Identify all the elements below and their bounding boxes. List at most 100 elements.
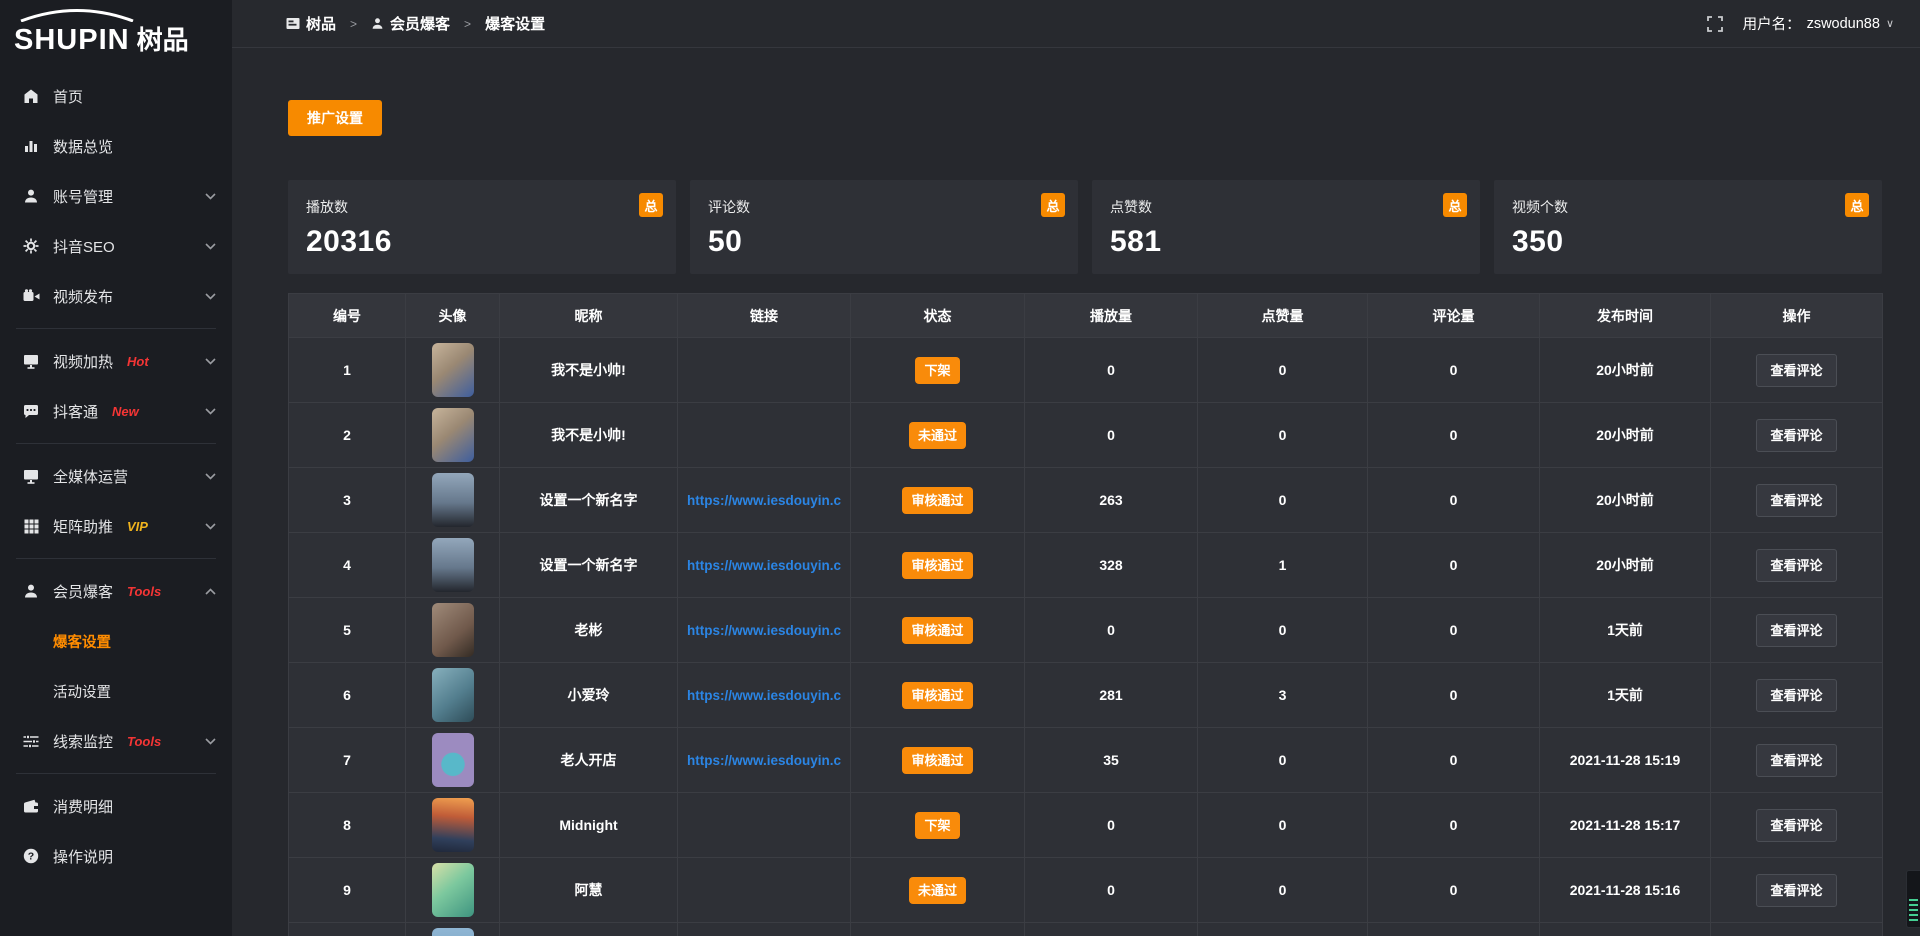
sidebar-item-account-management[interactable]: 账号管理 [0,171,232,221]
breadcrumb-item-baoke-settings[interactable]: 爆客设置 [485,13,545,34]
status-badge[interactable]: 未通过 [909,877,966,904]
home-icon [22,88,40,104]
sidebar-subitem-baoke-settings[interactable]: 爆客设置 [0,616,232,666]
sidebar-item-operation-instructions[interactable]: ? 操作说明 [0,831,232,881]
cell-nickname: 设置一个新名字 [500,533,678,598]
video-link[interactable]: https://www.iesdouyin.c [687,753,841,768]
sidebar-item-consumption-details[interactable]: 消费明细 [0,781,232,831]
avatar [432,603,474,657]
cell-likes: 0 [1198,858,1368,923]
cell-comments: 0 [1368,728,1540,793]
cell-likes: 0 [1198,468,1368,533]
avatar [432,733,474,787]
question-circle-icon: ? [22,848,40,864]
breadcrumb-item-member-baoke[interactable]: 会员爆客 [371,13,450,34]
fullscreen-icon[interactable] [1707,16,1723,32]
user-menu[interactable]: 用户名：zswodun88 ∨ [1743,13,1894,34]
sidebar-item-label: 视频加热 [53,351,113,372]
video-link[interactable]: https://www.iesdouyin.c [687,688,841,703]
stat-label: 点赞数 [1110,197,1462,217]
table-row: 5 老彬 https://www.iesdouyin.c 审核通过 0 0 0 … [289,598,1883,663]
col-header-id: 编号 [289,294,406,338]
status-badge[interactable]: 审核通过 [902,747,972,774]
sidebar-item-video-publish[interactable]: 视频发布 [0,271,232,321]
cell-id: 8 [289,793,406,858]
table-row: 4 设置一个新名字 https://www.iesdouyin.c 审核通过 3… [289,533,1883,598]
promo-settings-button[interactable]: 推广设置 [288,100,382,136]
sidebar-divider [16,328,216,329]
cell-publish-time: 1天前 [1540,663,1711,728]
view-comments-button[interactable]: 查看评论 [1756,874,1836,907]
cell-nickname: 老人开店 [500,728,678,793]
cell-publish-time: 2021-11-28 15:19 [1540,728,1711,793]
sidebar-item-matrix-boost[interactable]: 矩阵助推 VIP [0,501,232,551]
status-badge[interactable]: 审核通过 [902,487,972,514]
view-comments-button[interactable]: 查看评论 [1756,679,1836,712]
cell-likes: 0 [1198,793,1368,858]
cell-publish-time: 2021-11-28 15:17 [1540,793,1711,858]
sidebar-item-video-heating[interactable]: 视频加热 Hot [0,336,232,386]
total-badge: 总 [1845,193,1869,217]
sidebar-item-label: 数据总览 [53,136,113,157]
view-comments-button[interactable]: 查看评论 [1756,809,1836,842]
cell-id: 7 [289,728,406,793]
cell-publish-time: 1天前 [1540,598,1711,663]
sidebar-item-home[interactable]: 首页 [0,71,232,121]
cell-nickname: Midnight [500,793,678,858]
cell-publish-time: 2021-11-28 15:16 [1540,858,1711,923]
cell-comments: 0 [1368,598,1540,663]
monitor-play-icon [22,353,40,369]
sidebar-item-data-overview[interactable]: 数据总览 [0,121,232,171]
view-comments-button[interactable]: 查看评论 [1756,744,1836,777]
table-row: 3 设置一个新名字 https://www.iesdouyin.c 审核通过 2… [289,468,1883,533]
user-icon [371,17,384,30]
chevron-down-icon [205,523,216,530]
video-link[interactable]: https://www.iesdouyin.c [687,493,841,508]
stat-label: 视频个数 [1512,197,1864,217]
status-badge[interactable]: 未通过 [909,422,966,449]
app-logo: SHUPIN 树品 [0,0,232,61]
sidebar-item-clue-monitoring[interactable]: 线索监控 Tools [0,716,232,766]
cell-likes: 0 [1198,598,1368,663]
sidebar-item-doukeTong[interactable]: 抖客通 New [0,386,232,436]
monitor-icon [22,468,40,484]
view-comments-button[interactable]: 查看评论 [1756,614,1836,647]
chevron-down-icon [205,293,216,300]
cell-nickname: 设置一个新名字 [500,468,678,533]
user-icon [22,188,40,204]
status-badge[interactable]: 审核通过 [902,552,972,579]
cell-comments [1368,923,1540,936]
status-badge[interactable]: 下架 [915,357,959,384]
status-badge[interactable]: 下架 [915,812,959,839]
cell-plays: 0 [1025,793,1198,858]
avatar [432,408,474,462]
view-comments-button[interactable]: 查看评论 [1756,549,1836,582]
sidebar-subitem-activity-settings[interactable]: 活动设置 [0,666,232,716]
stat-label: 评论数 [708,197,1060,217]
status-badge[interactable]: 审核通过 [902,682,972,709]
breadcrumb-item-shupin[interactable]: 树品 [286,13,336,34]
avatar [432,928,474,936]
status-badge[interactable]: 审核通过 [902,617,972,644]
sidebar-item-member-baoke[interactable]: 会员爆客 Tools [0,566,232,616]
cell-id: 1 [289,338,406,403]
avatar [432,668,474,722]
video-link[interactable]: https://www.iesdouyin.c [687,558,841,573]
col-header-nickname: 昵称 [500,294,678,338]
video-link[interactable]: https://www.iesdouyin.c [687,623,841,638]
tools-badge: Tools [127,734,161,749]
view-comments-button[interactable]: 查看评论 [1756,419,1836,452]
view-comments-button[interactable]: 查看评论 [1756,484,1836,517]
sidebar-subitem-label: 活动设置 [53,681,111,702]
view-comments-button[interactable]: 查看评论 [1756,354,1836,387]
sidebar-item-all-media-operation[interactable]: 全媒体运营 [0,451,232,501]
cell-plays [1025,923,1198,936]
topbar: 树品 > 会员爆客 > 爆客设置 用户名：zswodun88 ∨ [232,0,1920,48]
sidebar-item-label: 视频发布 [53,286,113,307]
sidebar-item-douyin-seo[interactable]: 抖音SEO [0,221,232,271]
chevron-down-icon [205,193,216,200]
col-header-actions: 操作 [1711,294,1883,338]
breadcrumb-label: 会员爆客 [390,13,450,34]
cell-publish-time: 20小时前 [1540,403,1711,468]
stat-label: 播放数 [306,197,658,217]
